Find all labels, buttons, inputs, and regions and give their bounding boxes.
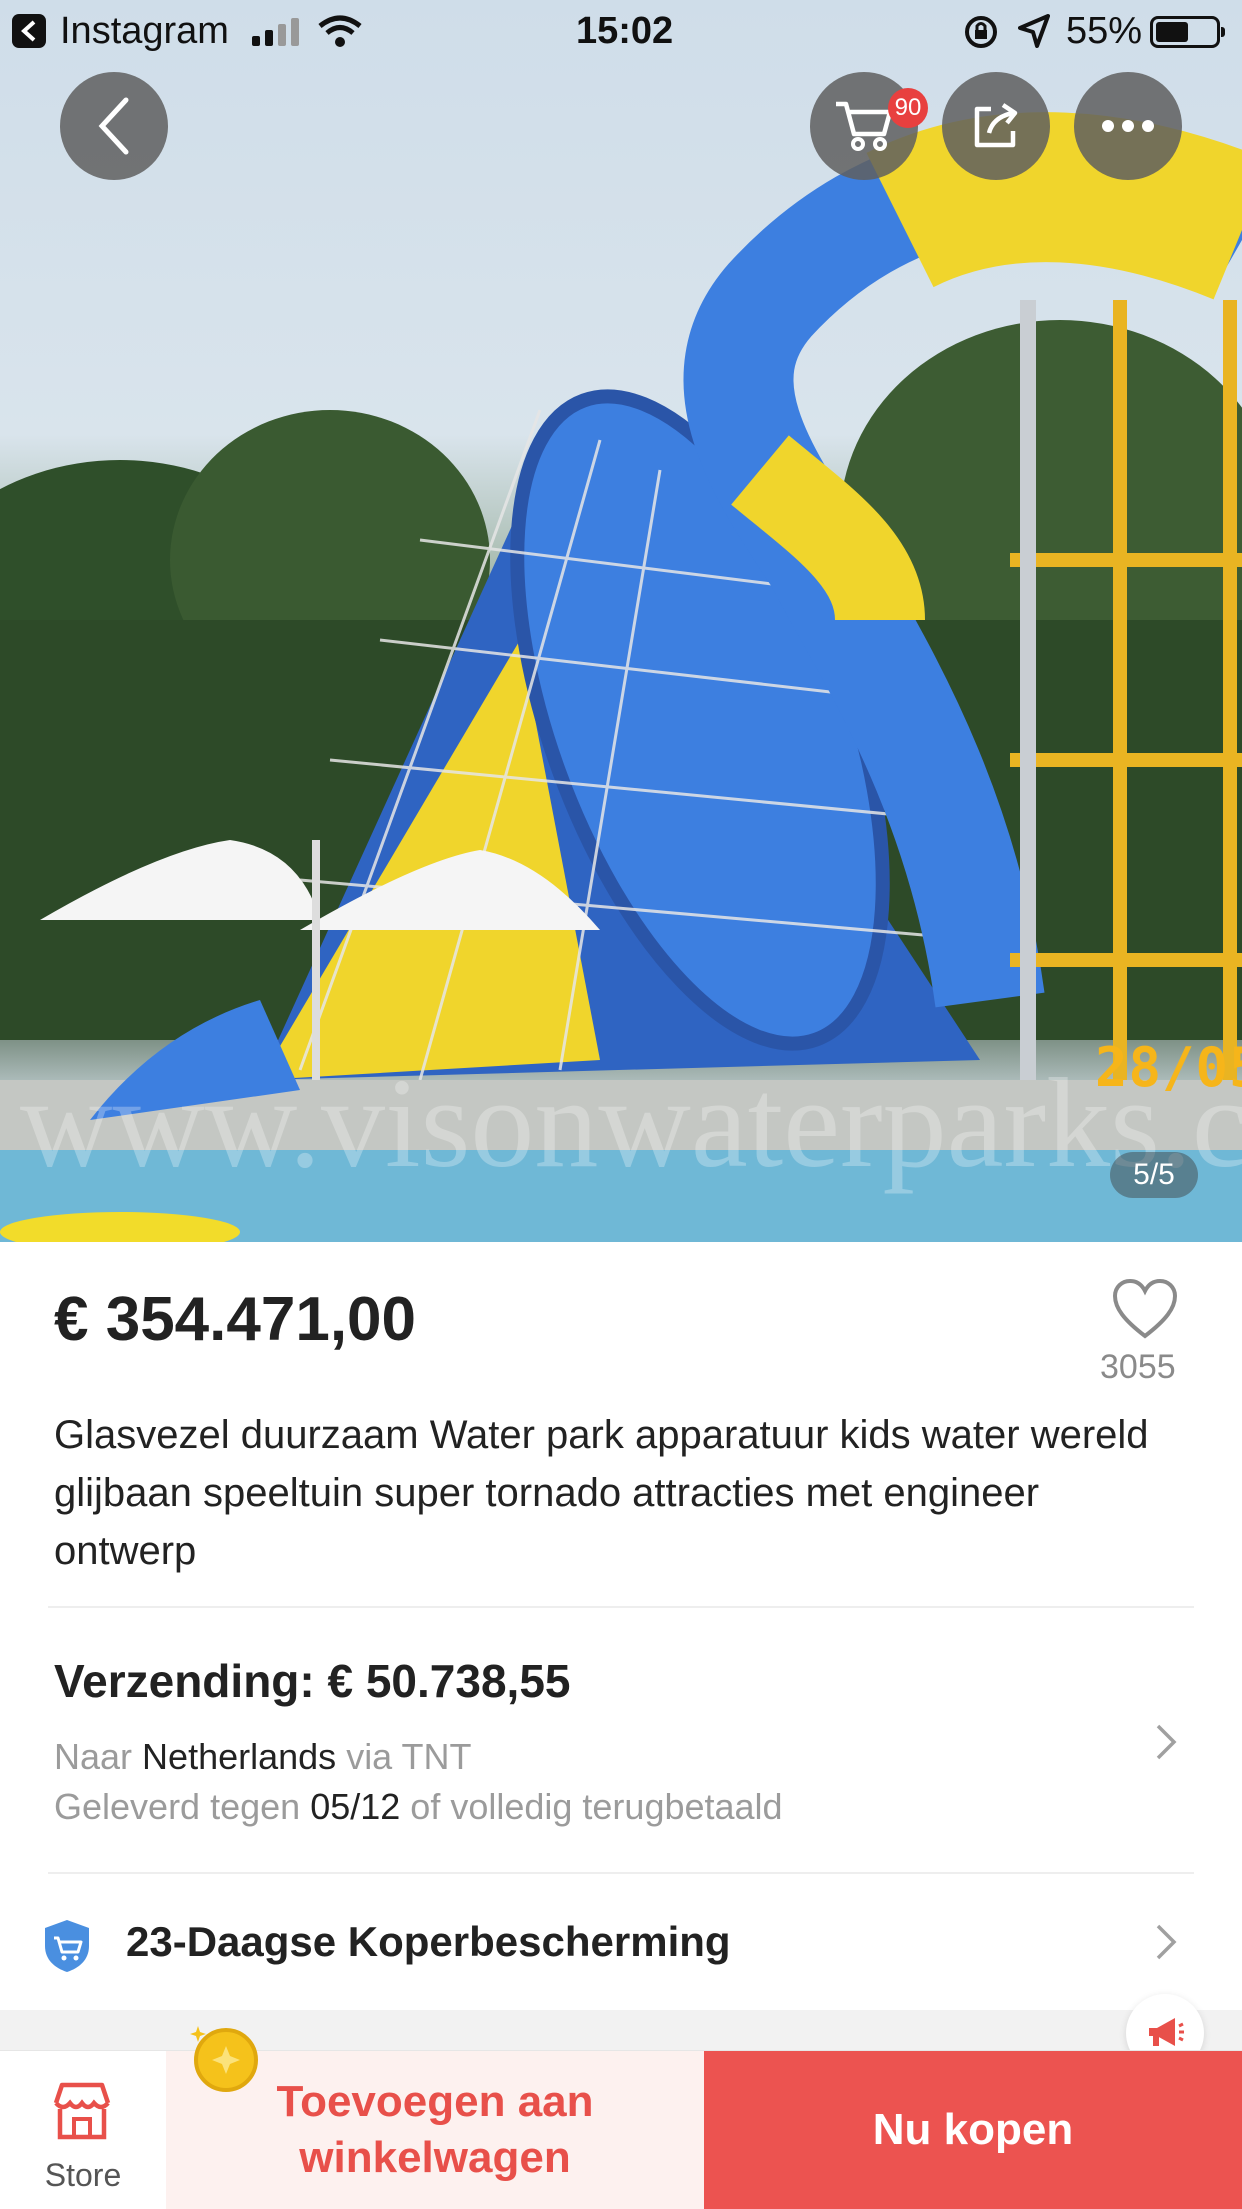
back-button[interactable] — [60, 72, 168, 180]
status-bar: Instagram 15:02 55% — [0, 0, 1242, 62]
watermark-text: www.visonwaterparks.c — [20, 1052, 1242, 1194]
cart-icon — [836, 101, 893, 151]
delivery-suffix: of volledig terugbetaald — [410, 1786, 783, 1827]
product-title: Glasvezel duurzaam Water park apparatuur… — [54, 1413, 1149, 1573]
buy-now-button[interactable]: Nu kopen — [704, 2051, 1242, 2209]
clock: 15:02 — [576, 10, 674, 52]
back-to-app-icon[interactable] — [12, 14, 46, 48]
store-button[interactable]: Store — [0, 2051, 166, 2209]
divider — [48, 1606, 1194, 1608]
shipping-carrier: via TNT — [346, 1736, 472, 1777]
megaphone-icon — [1149, 2018, 1184, 2046]
section-separator — [0, 2010, 1242, 2050]
chevron-left-icon — [98, 97, 129, 155]
heart-icon[interactable] — [1112, 1278, 1178, 1340]
buy-now-label: Nu kopen — [872, 2105, 1074, 2154]
buyer-protection-label: 23-Daagse Koperbescherming — [126, 1918, 731, 1965]
location-arrow-icon — [1018, 14, 1050, 48]
wishlist-count: 3055 — [1100, 1348, 1176, 1386]
chevron-right-icon — [1156, 1724, 1177, 1760]
battery-percentage: 55% — [1066, 10, 1143, 52]
bottom-action-bar: Store Toevoegen aan winkelwagen Nu kopen — [0, 2050, 1242, 2209]
cart-count-badge: 90 — [888, 88, 928, 128]
shipping-destination: Naar Netherlands via TNT — [54, 1736, 472, 1778]
product-price: € 354.471,00 — [54, 1285, 417, 1354]
photo-date-stamp: 28/05/ — [1095, 1036, 1242, 1099]
shipping-cost: Verzending: € 50.738,55 — [54, 1655, 571, 1707]
rotation-lock-icon — [965, 16, 997, 48]
more-dots-icon — [1102, 120, 1154, 132]
delivery-prefix: Geleverd tegen — [54, 1786, 301, 1827]
store-label: Store — [44, 2157, 122, 2193]
divider — [48, 1872, 1194, 1874]
shield-cart-icon — [45, 1920, 89, 1972]
share-button[interactable] — [942, 72, 1050, 180]
delivery-estimate: Geleverd tegen 05/12 of volledig terugbe… — [54, 1786, 783, 1828]
wifi-icon — [318, 15, 362, 47]
coin-reward-icon[interactable] — [188, 2022, 260, 2094]
store-icon — [53, 2082, 111, 2140]
add-to-cart-label: Toevoegen aan winkelwagen — [276, 2077, 594, 2182]
more-options-button[interactable] — [1074, 72, 1182, 180]
shipping-to-prefix: Naar — [54, 1736, 133, 1777]
shipping-country: Netherlands — [142, 1736, 337, 1777]
battery-icon — [1150, 16, 1225, 48]
image-counter: 5/5 — [1110, 1152, 1198, 1198]
chevron-right-icon — [1156, 1924, 1177, 1960]
delivery-date: 05/12 — [310, 1786, 401, 1827]
back-to-app-label[interactable]: Instagram — [60, 10, 229, 53]
product-image[interactable]: www.visonwaterparks.c 28/05/ 5/5 — [0, 0, 1242, 1242]
cellular-signal-icon — [252, 18, 299, 46]
share-icon — [974, 103, 1018, 148]
